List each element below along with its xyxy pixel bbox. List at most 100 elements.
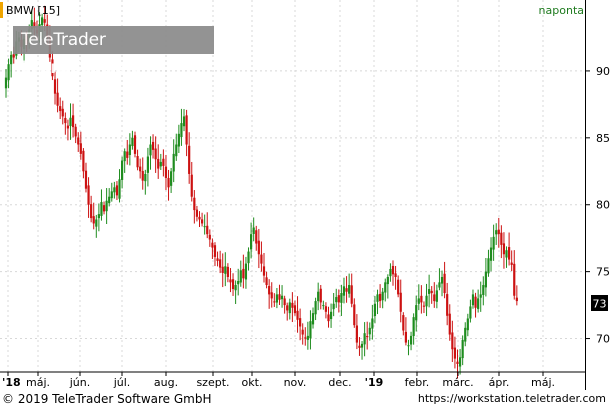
candle-body <box>505 250 508 258</box>
candle-body <box>417 298 420 304</box>
candle-body <box>464 327 467 342</box>
candle-body <box>492 236 495 250</box>
candle-body <box>260 254 263 264</box>
candle-body <box>373 303 377 317</box>
candle-body <box>213 245 217 257</box>
candle-body <box>461 339 464 359</box>
candle-body <box>188 145 191 174</box>
candle-body <box>195 209 199 217</box>
candle-body <box>510 262 513 265</box>
candle-body <box>74 126 77 137</box>
candle-body <box>92 216 95 224</box>
candle-body <box>335 297 338 303</box>
y-tick-label: 70 <box>596 333 610 346</box>
y-tick-label: 90 <box>596 65 610 78</box>
candle-body <box>90 204 93 219</box>
candle-body <box>102 205 106 212</box>
x-tick-label: '19 <box>365 376 384 389</box>
candle-body <box>265 277 268 286</box>
candle-body <box>440 276 444 284</box>
candle-body <box>162 158 165 166</box>
candle-body <box>471 294 475 306</box>
candle-body <box>474 296 477 308</box>
symbol-label: BMW [15] <box>6 4 60 17</box>
candle-body <box>384 282 387 293</box>
candle-body <box>133 135 137 154</box>
candle-body <box>355 325 358 343</box>
candle-body <box>306 335 309 340</box>
candle-body <box>10 54 13 65</box>
candle-body <box>484 271 487 288</box>
candle-body <box>314 301 317 315</box>
candle-body <box>456 361 459 364</box>
candle-body <box>358 345 361 348</box>
candle-body <box>286 305 289 311</box>
candle-body <box>407 345 410 347</box>
candle-body <box>193 197 196 211</box>
candle-body <box>381 291 384 301</box>
candle-body <box>151 141 155 150</box>
candle-body <box>219 259 222 268</box>
candle-body <box>415 305 418 321</box>
candle-body <box>332 303 335 310</box>
candle-body <box>7 64 10 81</box>
candle-body <box>108 196 111 204</box>
candle-body <box>340 293 343 303</box>
candle-body <box>123 151 126 162</box>
candle-body <box>41 17 44 26</box>
candle-body <box>487 258 490 274</box>
interval-label: naponta <box>539 4 584 17</box>
candle-body <box>309 321 312 339</box>
candle-body <box>513 263 516 296</box>
candle-body <box>477 298 480 309</box>
candle-body <box>502 243 506 255</box>
candle-body <box>268 286 271 295</box>
candle-body <box>252 227 255 234</box>
candle-body <box>288 302 291 314</box>
candle-body <box>402 315 405 331</box>
x-tick-label: jún. <box>69 376 91 389</box>
candle-body <box>229 279 232 283</box>
candle-body <box>448 313 451 335</box>
x-tick-label: szept. <box>196 376 229 389</box>
candle-body <box>97 214 100 219</box>
x-tick-label: nov. <box>284 376 307 389</box>
candle-body <box>270 292 273 299</box>
candle-body <box>412 317 415 337</box>
candle-body <box>363 333 366 345</box>
candle-body <box>100 202 103 216</box>
candle-body <box>397 279 400 295</box>
candle-body <box>275 294 278 303</box>
candle-body <box>84 170 88 189</box>
candle-body <box>379 293 382 302</box>
candle-body <box>299 318 302 327</box>
candle-body <box>296 310 299 320</box>
candle-body <box>170 171 173 186</box>
candle-body <box>206 225 209 235</box>
candle-body <box>422 305 426 307</box>
candle-body <box>190 174 193 197</box>
x-tick-label: márc. <box>442 376 473 389</box>
candle-body <box>118 179 121 199</box>
watermark-text-bold: WorkStation <box>21 58 138 78</box>
top-edge-marker <box>0 2 3 18</box>
candle-body <box>247 251 250 264</box>
candle-body <box>420 295 423 303</box>
candle-body <box>224 266 227 274</box>
candle-body <box>167 177 170 188</box>
candle-body <box>293 305 297 314</box>
candle-body <box>79 143 82 154</box>
candle-body <box>95 219 98 227</box>
candle-body <box>497 229 500 235</box>
candle-body <box>317 291 320 302</box>
candle-body <box>515 297 518 302</box>
candle-body <box>198 216 201 220</box>
candle-body <box>126 151 129 158</box>
candle-body <box>43 19 46 23</box>
candle-body <box>262 266 266 276</box>
candle-body <box>139 166 142 172</box>
candle-body <box>149 144 152 156</box>
watermark-logo: TeleTrader WorkStation <box>13 26 214 78</box>
source-url-link[interactable]: https://workstation.teletrader.com <box>418 392 606 405</box>
y-tick-label: 85 <box>596 132 610 145</box>
